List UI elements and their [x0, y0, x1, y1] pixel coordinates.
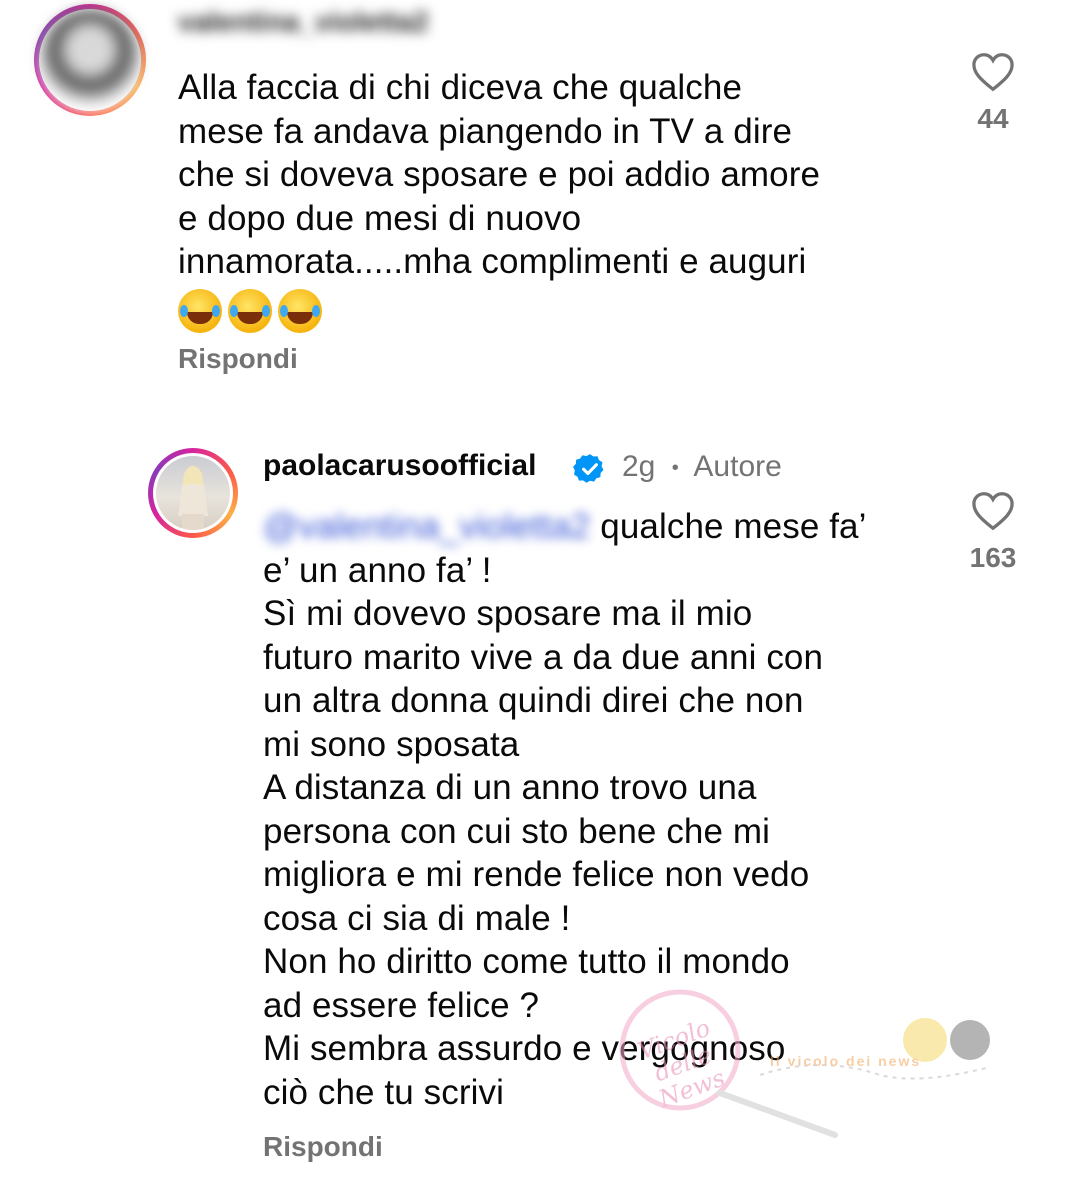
comment-2-line: ciò che tu scrivi — [263, 1072, 504, 1112]
comment-2-username[interactable]: paolacarusoofficial — [263, 449, 536, 483]
heart-icon[interactable] — [971, 52, 1015, 92]
verified-badge-icon — [573, 454, 604, 483]
author-badge: Autore — [693, 450, 782, 483]
meta-separator: • — [671, 456, 679, 479]
comment-2-line: un altra donna quindi direi che non — [263, 681, 804, 720]
comment-1-emojis — [178, 284, 820, 334]
comment-2-line: Mi sembra assurdo e vergognoso — [263, 1029, 786, 1068]
comment-2-line: mi sono sposata — [263, 724, 520, 764]
comment-2-like: 163 — [948, 491, 1038, 574]
comment-2-meta: 2g • Autore — [622, 450, 782, 484]
profile-photo — [178, 466, 208, 530]
comment-1-line: e dopo due mesi di nuovo — [178, 198, 582, 238]
comment-2-line-rest: qualche mese fa’ — [590, 507, 867, 546]
mention-link[interactable]: @valentina_violetta2 — [263, 507, 590, 546]
comment-1-username[interactable]: valentina_violetta2 — [178, 6, 429, 38]
comment-1-text: Alla faccia di chi diceva che qualche me… — [178, 66, 821, 334]
comment-2-reply-button[interactable]: Rispondi — [263, 1131, 383, 1163]
comment-2-like-count: 163 — [969, 542, 1017, 573]
comment-2-text: @valentina_violetta2 qualche mese fa’ e’… — [263, 505, 867, 1114]
avatar-comment-2[interactable] — [148, 448, 238, 538]
comment-2-line: cosa ci sia di male ! — [263, 898, 571, 938]
comment-2-line: ad essere felice ? — [263, 985, 540, 1025]
comment-2-time: 2g — [622, 450, 656, 483]
heart-icon[interactable] — [971, 491, 1015, 531]
avatar-comment-1[interactable] — [34, 4, 146, 116]
comment-1-line: Alla faccia di chi diceva che qualche — [178, 68, 743, 107]
comment-1-line: innamorata.....mha complimenti e auguri — [178, 242, 807, 281]
comment-2-line: Sì mi dovevo sposare ma il mio — [263, 594, 753, 633]
laughing-tears-emoji-icon — [228, 289, 272, 334]
comment-2-line: futuro marito vive a da due anni con — [263, 637, 824, 677]
comment-2-line: Non ho diritto come tutto il mondo — [263, 942, 790, 981]
laughing-tears-emoji-icon — [278, 289, 322, 334]
comment-2-line: e’ un anno fa’ ! — [263, 550, 492, 590]
comment-2-line: A distanza di un anno trovo una — [263, 768, 757, 807]
comment-2-first-line: @valentina_violetta2 qualche mese fa’ — [263, 505, 867, 549]
comment-1-line: che si doveva sposare e poi addio amore — [178, 155, 821, 194]
comment-1-like-count: 44 — [977, 103, 1009, 134]
comment-1-like: 44 — [948, 52, 1038, 135]
comment-1-reply-button[interactable]: Rispondi — [178, 343, 298, 375]
laughing-tears-emoji-icon — [178, 289, 222, 334]
comment-1-line: mese fa andava piangendo in TV a dire — [178, 111, 793, 151]
comment-2-line: migliora e mi rende felice non vedo — [263, 855, 810, 894]
comment-2-line: persona con cui sto bene che mi — [263, 811, 771, 851]
